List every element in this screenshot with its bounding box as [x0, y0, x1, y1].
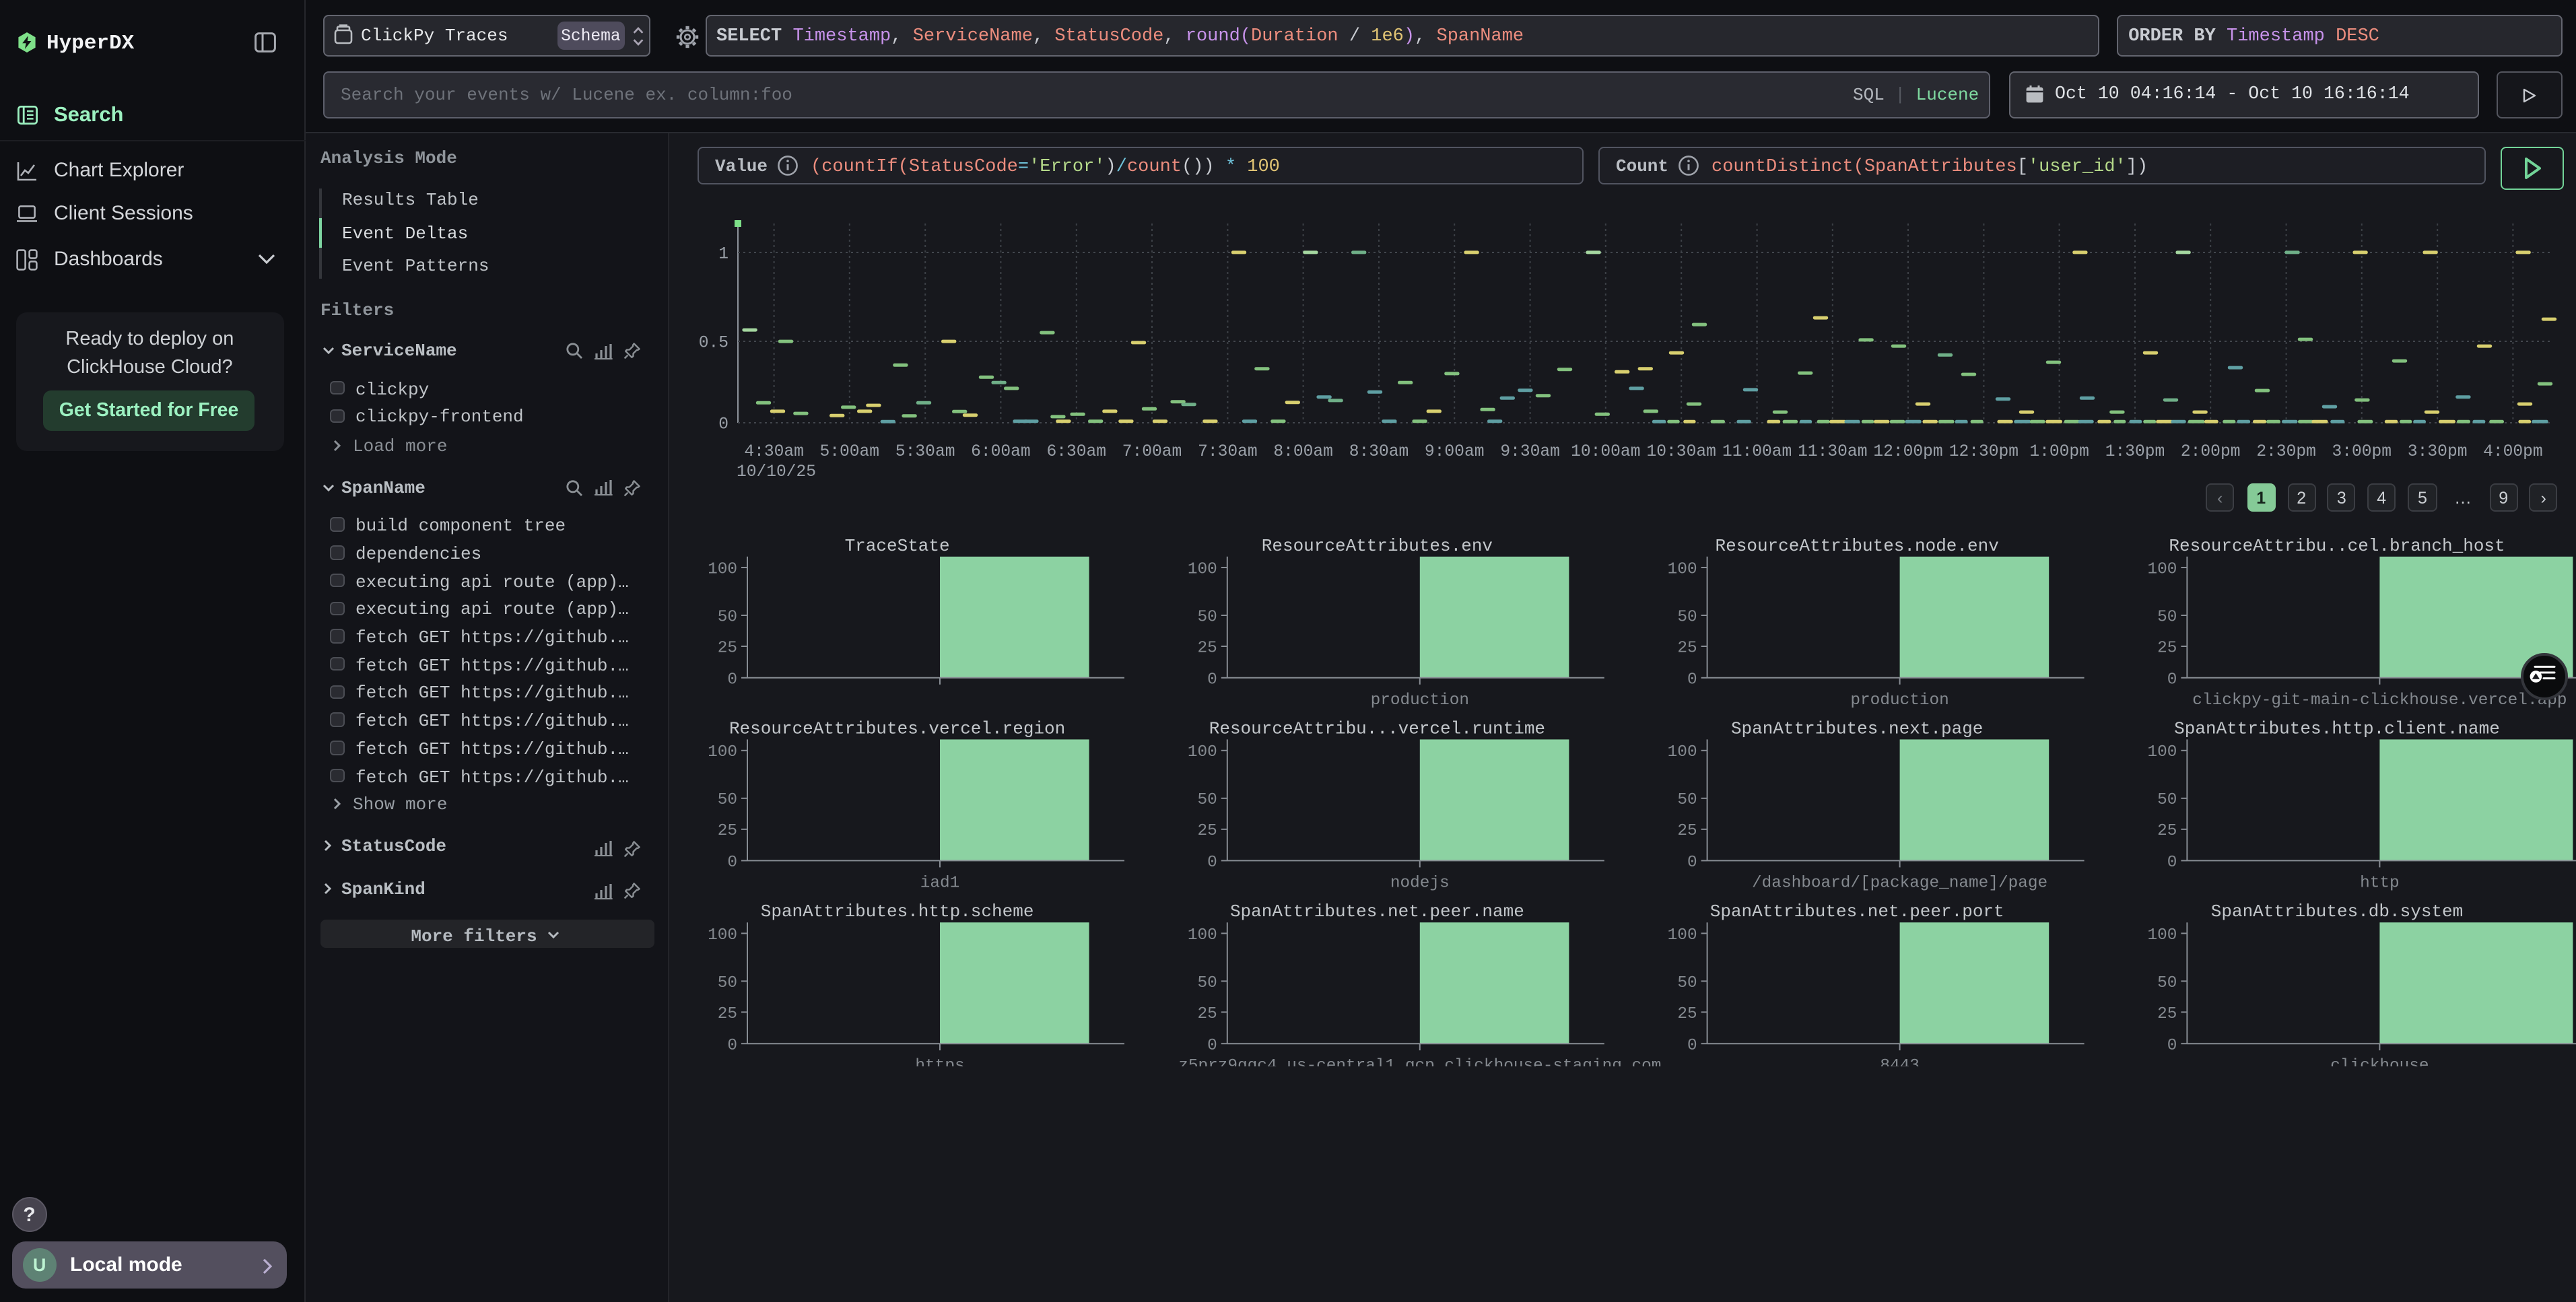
svg-text:9:30am: 9:30am: [1500, 443, 1560, 461]
svg-text:12:00pm: 12:00pm: [1873, 443, 1942, 461]
svg-text:ResourceAttribu...vercel.runti: ResourceAttribu...vercel.runtime: [1209, 719, 1545, 739]
svg-text:6:30am: 6:30am: [1047, 443, 1107, 461]
svg-text:11:30am: 11:30am: [1798, 443, 1867, 461]
svg-text:25: 25: [1198, 640, 1217, 658]
svg-text:0.5: 0.5: [699, 334, 728, 352]
svg-text:4:00pm: 4:00pm: [2483, 443, 2543, 461]
svg-text:50: 50: [1677, 974, 1697, 992]
svg-text:5:00am: 5:00am: [820, 443, 880, 461]
svg-text:50: 50: [2157, 609, 2177, 627]
svg-text:http: http: [2360, 875, 2400, 893]
svg-text:25: 25: [1677, 1005, 1697, 1023]
svg-text:0: 0: [2167, 1037, 2177, 1055]
svg-text:25: 25: [718, 822, 737, 840]
svg-text:25: 25: [718, 1005, 737, 1023]
svg-text:production: production: [1850, 691, 1948, 710]
svg-text:0: 0: [2167, 854, 2177, 872]
svg-text:0: 0: [727, 854, 737, 872]
svg-text:https: https: [915, 1057, 964, 1066]
svg-text:100: 100: [1188, 926, 1217, 945]
svg-text:50: 50: [2157, 791, 2177, 809]
svg-text:50: 50: [2157, 974, 2177, 992]
svg-text:100: 100: [1668, 743, 1697, 761]
svg-text:50: 50: [1677, 791, 1697, 809]
svg-text:100: 100: [1668, 561, 1697, 579]
svg-text:10:00am: 10:00am: [1571, 443, 1640, 461]
svg-text:8:30am: 8:30am: [1349, 443, 1409, 461]
svg-text:0: 0: [1207, 1037, 1217, 1055]
svg-text:/dashboard/[package_name]/page: /dashboard/[package_name]/page: [1752, 875, 2047, 893]
svg-text:0: 0: [727, 671, 737, 689]
svg-text:100: 100: [708, 926, 737, 945]
svg-text:25: 25: [2157, 1005, 2177, 1023]
svg-text:25: 25: [2157, 640, 2177, 658]
svg-text:50: 50: [718, 974, 737, 992]
svg-text:50: 50: [1198, 791, 1217, 809]
svg-text:0: 0: [1207, 854, 1217, 872]
svg-text:2:30pm: 2:30pm: [2256, 443, 2316, 461]
svg-text:SpanAttributes.net.peer.port: SpanAttributes.net.peer.port: [1710, 901, 2004, 922]
svg-text:clickhouse: clickhouse: [2330, 1057, 2429, 1066]
svg-text:25: 25: [1677, 822, 1697, 840]
svg-text:50: 50: [1198, 609, 1217, 627]
svg-text:1: 1: [718, 245, 728, 263]
svg-text:7:00am: 7:00am: [1122, 443, 1182, 461]
svg-text:clickpy-git-main-clickhouse.ve: clickpy-git-main-clickhouse.vercel.app: [2192, 691, 2567, 710]
svg-text:0: 0: [718, 415, 728, 434]
svg-text:50: 50: [1677, 609, 1697, 627]
svg-text:SpanAttributes.http.client.nam: SpanAttributes.http.client.name: [2174, 719, 2500, 739]
svg-text:50: 50: [718, 609, 737, 627]
svg-text:2:00pm: 2:00pm: [2181, 443, 2241, 461]
svg-text:1:00pm: 1:00pm: [2029, 443, 2089, 461]
svg-text:8:00am: 8:00am: [1273, 443, 1333, 461]
svg-text:1:30pm: 1:30pm: [2105, 443, 2165, 461]
svg-text:ResourceAttributes.node.env: ResourceAttributes.node.env: [1716, 536, 1999, 556]
svg-text:25: 25: [1198, 1005, 1217, 1023]
svg-text:50: 50: [1198, 974, 1217, 992]
svg-text:25: 25: [1198, 822, 1217, 840]
svg-text:ResourceAttribu..cel.branch_ho: ResourceAttribu..cel.branch_host: [2169, 536, 2505, 556]
svg-text:0: 0: [1687, 1037, 1697, 1055]
svg-text:12:30pm: 12:30pm: [1949, 443, 2019, 461]
svg-text:25: 25: [718, 640, 737, 658]
svg-text:100: 100: [1188, 743, 1217, 761]
svg-text:8443: 8443: [1880, 1057, 1920, 1066]
svg-text:6:00am: 6:00am: [971, 443, 1031, 461]
svg-text:SpanAttributes.next.page: SpanAttributes.next.page: [1731, 719, 1983, 739]
svg-text:25: 25: [2157, 822, 2177, 840]
svg-text:9:00am: 9:00am: [1425, 443, 1485, 461]
svg-text:0: 0: [727, 1037, 737, 1055]
svg-text:4:30am: 4:30am: [744, 443, 804, 461]
svg-text:11:00am: 11:00am: [1722, 443, 1792, 461]
svg-text:ResourceAttributes.vercel.regi: ResourceAttributes.vercel.region: [729, 719, 1065, 739]
svg-text:100: 100: [1668, 926, 1697, 945]
svg-text:SpanAttributes.net.peer.name: SpanAttributes.net.peer.name: [1230, 901, 1524, 922]
svg-text:0: 0: [2167, 671, 2177, 689]
svg-text:nodejs: nodejs: [1390, 875, 1450, 893]
svg-text:5:30am: 5:30am: [895, 443, 955, 461]
svg-text:25: 25: [1677, 640, 1697, 658]
svg-text:SpanAttributes.db.system: SpanAttributes.db.system: [2211, 901, 2463, 922]
svg-text:10:30am: 10:30am: [1647, 443, 1716, 461]
svg-text:z5prz9ggc4.us-central1.gcp.cli: z5prz9ggc4.us-central1.gcp.clickhouse-st…: [1178, 1057, 1661, 1066]
svg-text:100: 100: [2147, 926, 2177, 945]
svg-text:100: 100: [2147, 561, 2177, 579]
svg-text:3:30pm: 3:30pm: [2408, 443, 2468, 461]
svg-text:7:30am: 7:30am: [1198, 443, 1258, 461]
svg-text:0: 0: [1207, 671, 1217, 689]
svg-text:TraceState: TraceState: [845, 536, 950, 556]
svg-text:100: 100: [708, 561, 737, 579]
svg-text:iad1: iad1: [920, 875, 960, 893]
svg-text:ResourceAttributes.env: ResourceAttributes.env: [1262, 536, 1493, 556]
svg-text:0: 0: [1687, 854, 1697, 872]
svg-text:100: 100: [708, 743, 737, 761]
svg-text:production: production: [1371, 691, 1469, 710]
svg-text:0: 0: [1687, 671, 1697, 689]
svg-text:3:00pm: 3:00pm: [2332, 443, 2392, 461]
svg-text:100: 100: [1188, 561, 1217, 579]
svg-text:SpanAttributes.http.scheme: SpanAttributes.http.scheme: [761, 901, 1034, 922]
svg-text:100: 100: [2147, 743, 2177, 761]
svg-text:50: 50: [718, 791, 737, 809]
svg-text:10/10/25: 10/10/25: [737, 463, 816, 481]
